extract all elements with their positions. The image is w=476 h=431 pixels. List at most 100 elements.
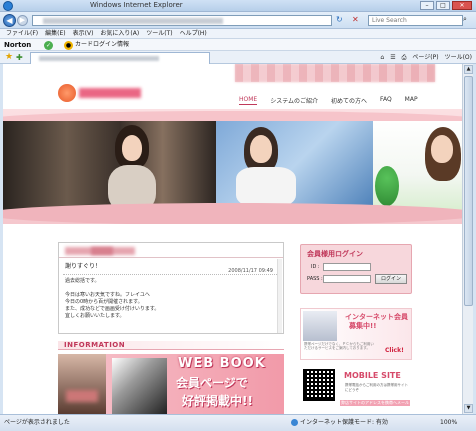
tools-menu[interactable]: ツール(O) [445,51,472,64]
news-box: 謝りすぐり！ 2008/11/17 09:49 過去総括です。 今日は寒いお天気… [58,242,284,334]
news-line: 宜しくお願いいたします。 [65,313,125,319]
title-bar: Windows Internet Explorer – □ ✕ [0,0,476,12]
click-label[interactable]: Click! [385,347,404,354]
zoom-level[interactable]: 100% [440,415,457,431]
menu-file[interactable]: ファイル(F) [6,29,38,38]
news-line [65,285,159,292]
news-scrollbar[interactable] [277,259,282,333]
browser-tab[interactable] [30,52,210,64]
nav-faq[interactable]: FAQ [380,96,392,105]
forward-button[interactable]: ▶ [17,15,28,26]
refresh-icon[interactable]: ↻ [336,15,347,26]
qr-code-icon [303,369,335,401]
recruit-description: 携帯ページだけでなく、ＰＣからもご利用いただけるサービスをご案内しております。 [304,342,374,350]
webbook-photo-1 [58,354,106,414]
card-login-button[interactable]: カードログイン情報 [75,39,129,51]
window-title: Windows Internet Explorer [90,1,183,9]
scroll-up-icon[interactable]: ▲ [464,65,473,74]
favorites-bar: ★ ✚ ⌂ ☰ ⎙ ページ(P) ツール(O) [0,51,476,64]
hero-photo-1 [3,121,216,211]
face-shape [122,135,142,161]
information-heading: INFORMATION [58,341,284,350]
vertical-scrollbar[interactable]: ▲ ▼ [462,64,473,414]
news-entry-body: 過去総括です。 今日は寒いお天気ですね。フレイユへ 今日の0時から百が開催されま… [65,278,159,320]
page-viewport: HOME システムのご紹介 初めての方へ FAQ MAP 謝りすぐり！ 2008… [3,64,462,414]
print-icon[interactable]: ⎙ [402,51,407,64]
news-line: 今日は寒いお天気ですね。フレイユへ [65,292,150,298]
nav-system[interactable]: システムのご紹介 [270,96,318,105]
minimize-button[interactable]: – [420,1,434,10]
recruit-banner[interactable]: インターネット会員 募集中!! 携帯ページだけでなく、ＰＣからもご利用いただける… [300,308,412,360]
blurred-caption [66,390,98,402]
status-text: ページが表示されました [4,419,70,426]
news-line: 過去総括です。 [65,278,100,284]
hero-photo-2 [216,121,373,211]
site-logo-text[interactable] [79,88,141,98]
webbook-tagline: 好評掲載中!! [182,394,253,408]
main-content: 謝りすぐり！ 2008/11/17 09:49 過去総括です。 今日は寒いお天気… [3,224,462,414]
back-button[interactable]: ◀ [3,14,16,27]
divider [59,257,283,258]
address-bar[interactable] [32,15,332,26]
norton-logo[interactable]: Norton [4,39,31,51]
login-title: 会員様用ログイン [307,250,363,258]
id-input[interactable] [323,263,371,271]
blurred-url [43,18,223,24]
card-icon[interactable]: ● [64,41,73,50]
news-heading-blurred-2 [91,247,113,255]
id-label: ID : [311,264,320,270]
nav-beginners[interactable]: 初めての方へ [331,96,367,105]
hero-banner [3,109,462,225]
ie-icon [3,1,13,11]
pass-label: PASS : [307,276,323,282]
favorites-star-icon[interactable]: ★ [5,51,13,64]
mobile-site-box: MOBILE SITE 携帯電話からご利用の方は携帯用サイトにどうぞ 弊店サイト… [300,367,412,407]
home-icon[interactable]: ⌂ [380,51,384,64]
site-logo-icon[interactable] [58,84,76,102]
check-icon[interactable]: ✓ [44,41,53,50]
login-button[interactable]: ログイン [375,274,407,284]
recruit-subtitle: 募集中!! [349,322,377,330]
news-entry-title[interactable]: 謝りすぐり！ [65,261,101,270]
close-button[interactable]: ✕ [452,1,472,10]
webbook-banner[interactable]: WEB BOOK 会員ページで 好評掲載中!! [58,354,284,414]
news-line: 今日の0時から百が開催されます。 [65,299,143,305]
page-menu[interactable]: ページ(P) [412,51,438,64]
webbook-photo-2 [112,358,167,414]
globe-icon [291,419,298,426]
status-bar: ページが表示されました インターネット 保護モード: 有効 100% [0,414,476,431]
shirt-shape [236,167,296,207]
menu-edit[interactable]: 編集(E) [45,29,65,38]
hero-photo-3 [373,121,462,211]
add-favorites-icon[interactable]: ✚ [16,51,23,64]
maximize-button[interactable]: □ [436,1,450,10]
navigation-bar: ◀ ▶ ↻ ✕ Live Search ⌕ [0,12,476,29]
stop-icon[interactable]: ✕ [352,15,363,26]
mobile-site-description: 携帯電話からご利用の方は携帯用サイトにどうぞ [345,383,408,392]
plant-shape [375,166,399,206]
search-icon[interactable]: ⌕ [463,15,473,26]
mobile-site-title[interactable]: MOBILE SITE [344,371,401,380]
window-controls: – □ ✕ [420,1,472,10]
command-bar: ⌂ ☰ ⎙ ページ(P) ツール(O) [380,51,472,64]
webbook-subtitle: 会員ページで [176,376,248,390]
global-nav: HOME システムのご紹介 初めての方へ FAQ MAP [239,96,418,105]
scroll-down-icon[interactable]: ▼ [464,404,473,413]
protected-mode-label: 保護モード: 有効 [342,419,388,426]
hero-wave-bottom [3,203,462,225]
nav-map[interactable]: MAP [405,96,418,105]
divider [63,274,277,275]
mobile-mail-button[interactable]: 弊店サイトのアドレスを携帯へメール [340,400,410,406]
password-input[interactable] [323,275,371,283]
information-label: INFORMATION [64,341,126,349]
header-banner-pattern [235,64,435,82]
scroll-thumb[interactable] [464,76,473,306]
menu-tools[interactable]: ツール(T) [146,29,172,38]
menu-favorites[interactable]: お気に入り(A) [100,29,139,38]
menu-view[interactable]: 表示(V) [73,29,94,38]
feeds-icon[interactable]: ☰ [390,51,395,64]
norton-toolbar: Norton ✓ ● カードログイン情報 [0,39,476,51]
search-input[interactable]: Live Search [368,15,463,26]
nav-home[interactable]: HOME [239,96,258,105]
menu-help[interactable]: ヘルプ(H) [180,29,207,38]
